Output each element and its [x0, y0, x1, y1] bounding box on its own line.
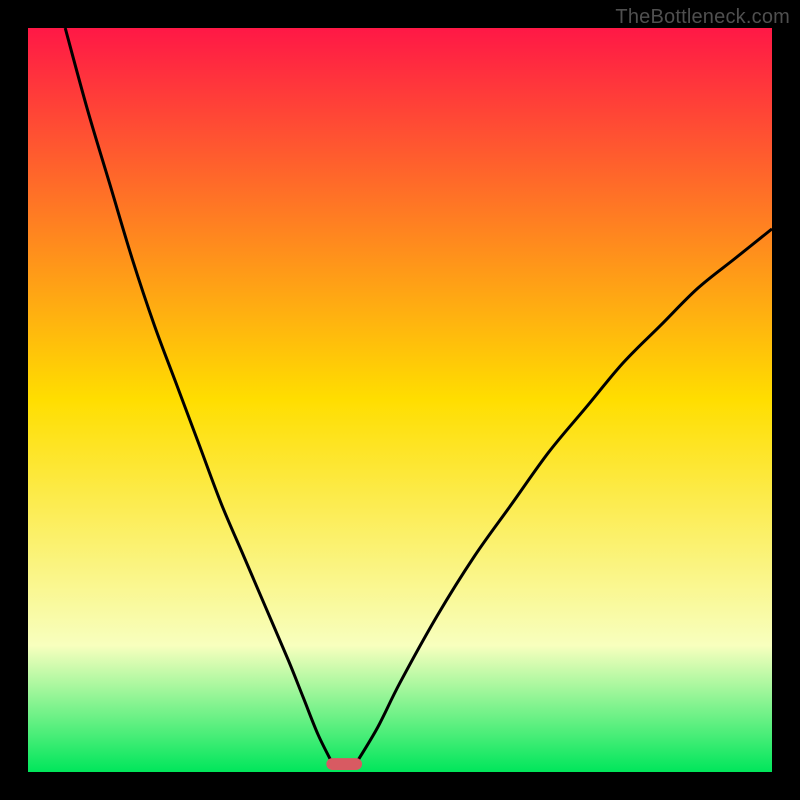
chart-frame — [28, 28, 772, 772]
min-marker — [326, 758, 362, 770]
bottleneck-chart — [28, 28, 772, 772]
watermark-text: TheBottleneck.com — [615, 6, 790, 29]
gradient-bg — [28, 28, 772, 772]
